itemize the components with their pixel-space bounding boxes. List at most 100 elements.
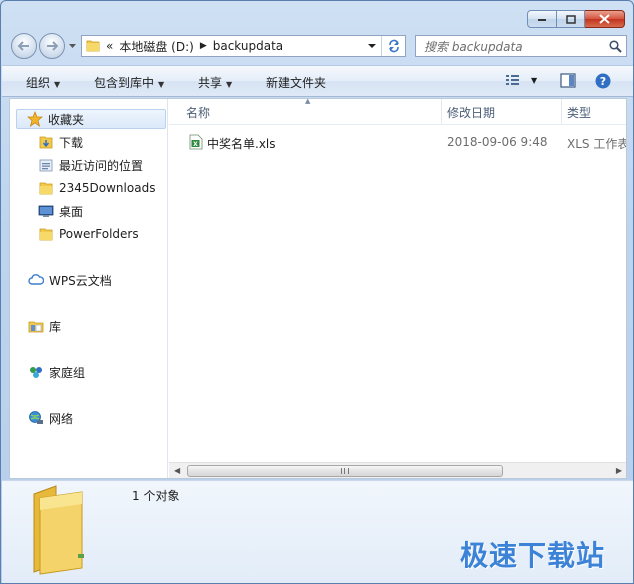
refresh-button[interactable] xyxy=(381,36,405,56)
chevron-down-icon xyxy=(68,43,76,48)
sidebar-item-label: 下载 xyxy=(59,135,84,150)
file-modified: 2018-09-06 9:48 xyxy=(447,135,548,149)
minimize-button[interactable] xyxy=(527,10,557,28)
file-type: XLS 工作表 xyxy=(567,137,626,151)
address-bar[interactable]: « 本地磁盘 (D:) ▶ backupdata xyxy=(81,35,406,57)
sidebar-item-label: 最近访问的位置 xyxy=(59,158,144,173)
folder-icon xyxy=(86,38,100,55)
forward-button[interactable] xyxy=(39,33,65,59)
close-button[interactable] xyxy=(585,10,625,28)
column-modified[interactable]: 修改日期 xyxy=(447,104,495,121)
nav-buttons xyxy=(11,33,77,59)
sidebar-item-wps-cloud[interactable]: WPS云文档 xyxy=(28,270,112,290)
sidebar-item-recent-places[interactable]: 最近访问的位置 xyxy=(38,155,143,175)
new-folder-button[interactable]: 新建文件夹 xyxy=(266,74,326,91)
scroll-left-icon[interactable]: ◀ xyxy=(174,466,180,475)
svg-text:X: X xyxy=(193,141,198,148)
sidebar-item-network[interactable]: 网络 xyxy=(28,408,73,428)
change-view-button[interactable]: ▼ xyxy=(505,73,537,87)
explorer-window: « 本地磁盘 (D:) ▶ backupdata 搜索 backupdata 组… xyxy=(0,0,634,584)
downloads-folder-icon xyxy=(38,134,54,150)
preview-pane-icon xyxy=(560,73,576,88)
forward-arrow-icon xyxy=(47,41,59,51)
sidebar-item-downloads[interactable]: 下载 xyxy=(38,132,83,152)
sidebar-item-label: 库 xyxy=(49,319,62,334)
organize-menu[interactable]: 组织 ▼ xyxy=(26,74,60,91)
svg-text:?: ? xyxy=(600,75,606,88)
recent-pages-dropdown[interactable] xyxy=(67,33,77,59)
breadcrumb-drive[interactable]: 本地磁盘 (D:) xyxy=(119,38,193,55)
help-icon: ? xyxy=(595,73,611,89)
navigation-pane: 收藏夹 下载 最近访问的位置 2345Downloads 桌面 PowerFol… xyxy=(10,99,168,478)
organize-label: 组织 xyxy=(26,76,51,90)
preview-pane-button[interactable] xyxy=(560,73,576,91)
column-headers: ▲ 名称 修改日期 类型 xyxy=(169,99,626,125)
maximize-icon xyxy=(565,14,576,24)
sidebar-item-desktop[interactable]: 桌面 xyxy=(38,201,83,221)
library-icon xyxy=(28,318,44,334)
share-menu[interactable]: 共享 ▼ xyxy=(198,74,232,91)
sidebar-item-homegroup[interactable]: 家庭组 xyxy=(28,362,85,382)
scrollbar-thumb[interactable] xyxy=(187,465,503,477)
item-count: 1 个对象 xyxy=(132,489,180,503)
search-input[interactable]: 搜索 backupdata xyxy=(424,38,604,55)
sidebar-item-favorites[interactable]: 收藏夹 xyxy=(16,109,166,129)
file-list: ▲ 名称 修改日期 类型 X 中奖名单.xls 2018-09-06 9:48 … xyxy=(169,99,626,478)
excel-file-icon: X xyxy=(189,134,203,153)
sidebar-item-label: 桌面 xyxy=(59,204,84,219)
desktop-icon xyxy=(38,203,54,219)
chevron-down-icon: ▼ xyxy=(226,80,233,89)
back-button[interactable] xyxy=(11,33,37,59)
caption-buttons xyxy=(527,10,625,28)
horizontal-scrollbar[interactable]: ◀ ▶ xyxy=(169,462,626,478)
chevron-down-icon: ▼ xyxy=(54,80,61,89)
new-folder-label: 新建文件夹 xyxy=(266,76,327,90)
include-in-library-menu[interactable]: 包含到库中 ▼ xyxy=(94,74,164,91)
recent-places-icon xyxy=(38,157,54,173)
scroll-right-icon[interactable]: ▶ xyxy=(616,466,622,475)
sidebar-item-label: WPS云文档 xyxy=(49,273,112,288)
sort-ascending-icon: ▲ xyxy=(305,99,311,105)
refresh-icon xyxy=(388,39,399,53)
folder-icon xyxy=(38,180,54,196)
maximize-button[interactable] xyxy=(557,10,585,28)
sidebar-item-label: 家庭组 xyxy=(49,365,86,380)
chevron-down-icon: ▼ xyxy=(531,75,538,85)
breadcrumb-folder[interactable]: backupdata xyxy=(213,39,283,53)
sidebar-item-label: PowerFolders xyxy=(59,227,139,241)
sidebar-item-label: 收藏夹 xyxy=(48,112,85,127)
back-arrow-icon xyxy=(17,41,29,51)
column-divider[interactable] xyxy=(561,99,562,125)
folder-icon xyxy=(38,226,54,242)
sidebar-item-powerfolders[interactable]: PowerFolders xyxy=(38,224,139,244)
address-dropdown[interactable] xyxy=(365,36,379,56)
command-bar: 组织 ▼ 包含到库中 ▼ 共享 ▼ 新建文件夹 ▼ ? xyxy=(2,65,633,97)
chevron-down-icon: ▼ xyxy=(158,80,165,89)
file-name[interactable]: 中奖名单.xls xyxy=(207,135,276,152)
sidebar-item-label: 网络 xyxy=(49,411,74,426)
search-icon[interactable] xyxy=(604,39,626,53)
chevron-down-icon xyxy=(368,43,376,48)
large-folder-icon xyxy=(30,484,92,579)
column-name[interactable]: 名称 xyxy=(186,104,210,121)
address-overflow[interactable]: « xyxy=(106,39,113,53)
grip-icon xyxy=(341,468,349,474)
content-area: 收藏夹 下载 最近访问的位置 2345Downloads 桌面 PowerFol… xyxy=(9,98,627,479)
column-divider[interactable] xyxy=(441,99,442,125)
sidebar-item-libraries[interactable]: 库 xyxy=(28,316,61,336)
help-button[interactable]: ? xyxy=(595,73,611,92)
include-in-library-label: 包含到库中 xyxy=(94,76,155,90)
cloud-icon xyxy=(28,272,44,288)
sidebar-item-label: 2345Downloads xyxy=(59,181,156,195)
share-label: 共享 xyxy=(198,76,223,90)
details-pane: 1 个对象 极速下载站 xyxy=(2,480,633,583)
star-icon xyxy=(27,111,43,127)
sidebar-item-2345downloads[interactable]: 2345Downloads xyxy=(38,178,155,198)
close-icon xyxy=(599,14,610,24)
watermark-logo: 极速下载站 xyxy=(460,539,606,572)
file-row[interactable]: X 中奖名单.xls 2018-09-06 9:48 XLS 工作表 xyxy=(169,133,626,153)
column-type[interactable]: 类型 xyxy=(567,104,591,121)
search-box[interactable]: 搜索 backupdata xyxy=(415,35,627,57)
breadcrumb-separator-icon[interactable]: ▶ xyxy=(200,41,207,51)
homegroup-icon xyxy=(28,364,44,380)
